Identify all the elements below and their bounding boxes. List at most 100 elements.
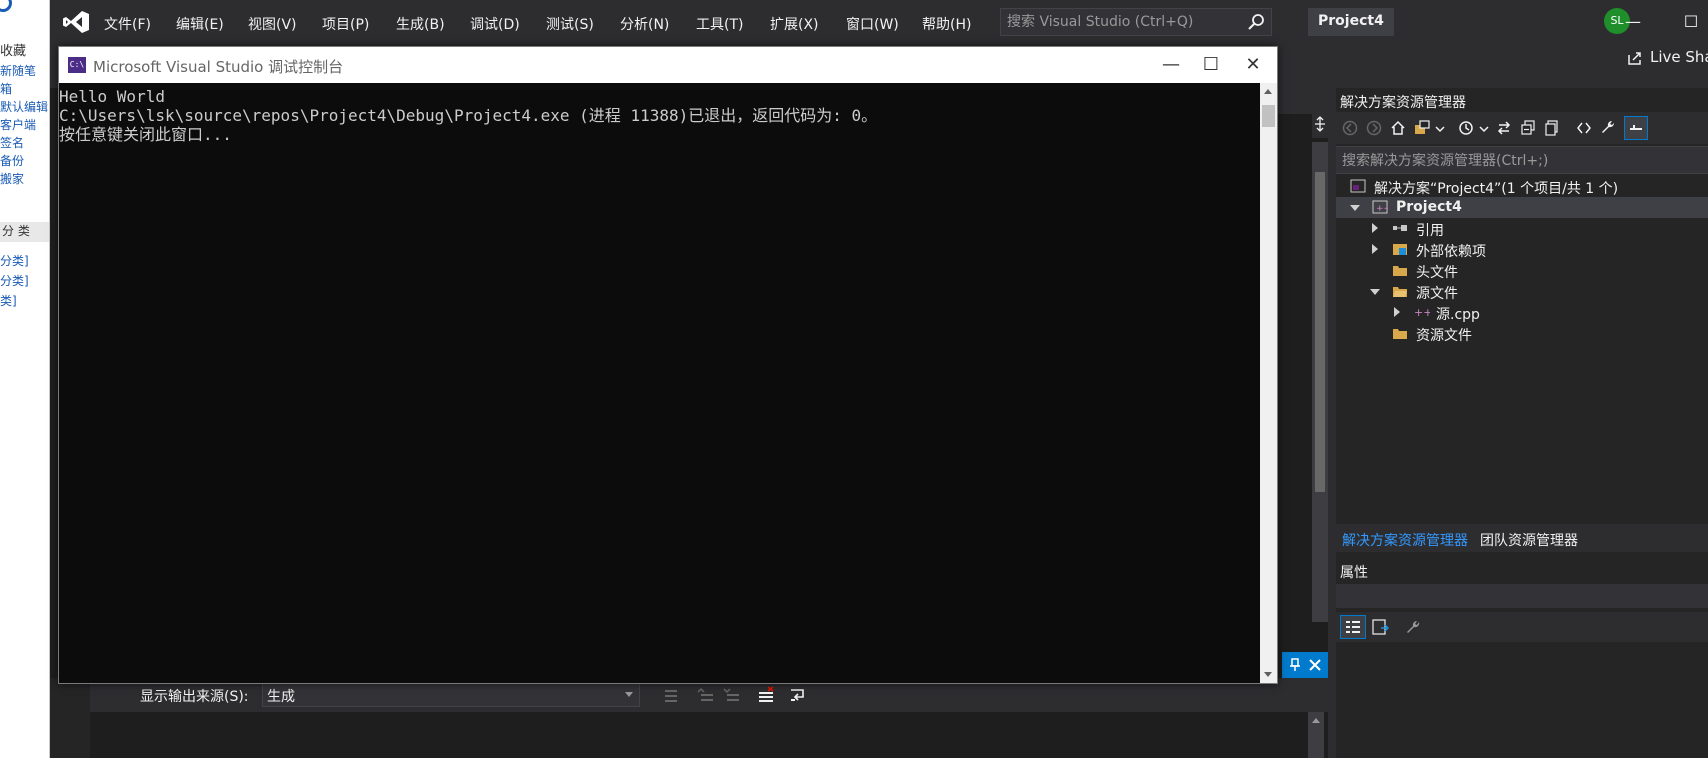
strip-link[interactable]: 搬家 bbox=[0, 170, 24, 187]
preview-icon bbox=[1630, 125, 1642, 130]
expand-right-icon[interactable] bbox=[1394, 307, 1400, 317]
tree-source-cpp-node[interactable]: ++ 源.cpp bbox=[1336, 302, 1708, 323]
resource-files-label: 资源文件 bbox=[1416, 328, 1472, 344]
switch-views-icon[interactable] bbox=[1414, 120, 1430, 136]
preview-selected-items-button[interactable] bbox=[1624, 116, 1648, 140]
tree-header-files-node[interactable]: 头文件 bbox=[1336, 260, 1708, 281]
solution-label: 解决方案“Project4”(1 个项目/共 1 个) bbox=[1374, 181, 1619, 197]
debug-console-window[interactable]: C:\ Microsoft Visual Studio 调试控制台 — ☐ ✕ … bbox=[58, 46, 1278, 684]
properties-wrench-icon[interactable] bbox=[1600, 120, 1616, 136]
alphabetical-icon[interactable] bbox=[1372, 619, 1390, 637]
visual-studio-logo-icon bbox=[63, 11, 89, 33]
live-share-button[interactable]: Live Share bbox=[1628, 48, 1708, 66]
editor-splitter bbox=[1312, 94, 1328, 138]
strip-link[interactable]: 客户端 bbox=[0, 116, 36, 133]
menu-tools[interactable]: 工具(T) bbox=[696, 14, 743, 34]
chevron-down-icon[interactable] bbox=[1432, 120, 1448, 136]
expand-down-icon[interactable] bbox=[1350, 205, 1360, 211]
solution-explorer-tabs: 解决方案资源管理器 团队资源管理器 bbox=[1336, 524, 1708, 552]
strip-link[interactable]: 默认编辑 bbox=[0, 98, 48, 115]
console-output[interactable]: Hello World C:\Users\lsk\source\repos\Pr… bbox=[59, 83, 1259, 683]
show-all-files-icon[interactable] bbox=[1544, 120, 1560, 136]
source-files-label: 源文件 bbox=[1416, 286, 1458, 302]
tree-resource-files-node[interactable]: 资源文件 bbox=[1336, 323, 1708, 344]
find-message-icon[interactable] bbox=[662, 686, 682, 704]
forward-icon[interactable] bbox=[1366, 120, 1382, 136]
menu-project[interactable]: 项目(P) bbox=[322, 14, 369, 34]
menu-window[interactable]: 窗口(W) bbox=[846, 14, 899, 34]
scroll-up-icon[interactable] bbox=[1312, 718, 1320, 723]
console-scrollbar[interactable] bbox=[1260, 83, 1277, 683]
prev-message-icon[interactable] bbox=[696, 686, 716, 704]
category-link[interactable]: 分类] bbox=[0, 252, 29, 269]
project-label: Project4 bbox=[1396, 199, 1462, 215]
view-code-icon[interactable] bbox=[1576, 120, 1592, 136]
close-icon[interactable] bbox=[1308, 658, 1322, 672]
properties-object-selector[interactable] bbox=[1336, 584, 1708, 608]
category-link[interactable]: 类] bbox=[0, 292, 17, 309]
console-line: C:\Users\lsk\source\repos\Project4\Debug… bbox=[59, 106, 878, 125]
menu-file[interactable]: 文件(F) bbox=[104, 14, 151, 34]
console-maximize-button[interactable]: ☐ bbox=[1191, 51, 1231, 79]
solution-explorer-search[interactable] bbox=[1336, 146, 1708, 174]
menu-debug[interactable]: 调试(D) bbox=[470, 14, 520, 34]
pin-icon[interactable] bbox=[1288, 658, 1302, 672]
scroll-up-icon[interactable] bbox=[1264, 89, 1272, 94]
categorized-button[interactable] bbox=[1340, 615, 1366, 639]
expand-right-icon[interactable] bbox=[1372, 244, 1378, 254]
clear-all-icon[interactable] bbox=[756, 686, 776, 704]
menu-view[interactable]: 视图(V) bbox=[248, 14, 297, 34]
output-source-label: 显示输出来源(S): bbox=[140, 689, 249, 705]
sync-active-document-icon[interactable] bbox=[1496, 120, 1512, 136]
back-icon[interactable] bbox=[1342, 120, 1358, 136]
strip-link[interactable]: 新随笔 bbox=[0, 62, 36, 79]
output-pin-close-bar bbox=[1282, 652, 1328, 678]
tree-source-files-node[interactable]: 源文件 bbox=[1336, 281, 1708, 302]
category-link[interactable]: 分类] bbox=[0, 272, 29, 289]
menu-extensions[interactable]: 扩展(X) bbox=[770, 14, 819, 34]
output-source-select[interactable]: 生成 bbox=[262, 683, 640, 707]
split-icon[interactable] bbox=[1314, 116, 1326, 132]
menu-edit[interactable]: 编辑(E) bbox=[176, 14, 224, 34]
external-deps-label: 外部依赖项 bbox=[1416, 244, 1486, 260]
tab-team-explorer[interactable]: 团队资源管理器 bbox=[1480, 530, 1578, 550]
strip-link[interactable]: 签名 bbox=[0, 134, 24, 151]
next-message-icon[interactable] bbox=[722, 686, 742, 704]
properties-grid bbox=[1336, 646, 1708, 758]
vs-search-box[interactable] bbox=[1000, 8, 1272, 36]
tab-solution-explorer[interactable]: 解决方案资源管理器 bbox=[1342, 530, 1468, 550]
output-scrollbar[interactable] bbox=[1308, 712, 1324, 758]
menu-help[interactable]: 帮助(H) bbox=[922, 14, 971, 34]
scroll-down-icon[interactable] bbox=[1264, 672, 1272, 677]
tree-references-node[interactable]: 引用 bbox=[1336, 218, 1708, 239]
search-icon[interactable] bbox=[1247, 13, 1265, 31]
vs-search-input[interactable] bbox=[1007, 13, 1237, 31]
pending-changes-filter-icon[interactable] bbox=[1458, 120, 1474, 136]
tree-project-node[interactable]: ++ Project4 bbox=[1336, 197, 1708, 218]
tree-solution-node[interactable]: 解决方案“Project4”(1 个项目/共 1 个) bbox=[1336, 176, 1708, 197]
tree-external-deps-node[interactable]: 外部依赖项 bbox=[1336, 239, 1708, 260]
strip-link[interactable]: 备份 bbox=[0, 152, 24, 169]
expand-right-icon[interactable] bbox=[1372, 223, 1378, 233]
references-icon bbox=[1393, 225, 1407, 231]
menu-analyze[interactable]: 分析(N) bbox=[620, 14, 669, 34]
menu-test[interactable]: 测试(S) bbox=[546, 14, 594, 34]
collapse-all-icon[interactable] bbox=[1520, 120, 1536, 136]
console-titlebar[interactable]: C:\ Microsoft Visual Studio 调试控制台 — ☐ ✕ bbox=[59, 47, 1277, 83]
word-wrap-icon[interactable] bbox=[788, 686, 808, 704]
menu-build[interactable]: 生成(B) bbox=[396, 14, 445, 34]
chevron-down-icon[interactable] bbox=[1476, 120, 1492, 136]
editor-scrollbar[interactable] bbox=[1312, 142, 1328, 622]
console-close-button[interactable]: ✕ bbox=[1233, 51, 1273, 79]
solution-explorer-search-input[interactable] bbox=[1342, 152, 1692, 170]
vs-maximize-button[interactable]: ☐ bbox=[1676, 10, 1706, 34]
strip-link[interactable]: 箱 bbox=[0, 80, 12, 97]
console-minimize-button[interactable]: — bbox=[1151, 51, 1191, 79]
console-scroll-thumb[interactable] bbox=[1262, 105, 1275, 127]
vs-minimize-button[interactable]: — bbox=[1618, 10, 1648, 34]
home-icon[interactable] bbox=[1390, 120, 1406, 136]
property-pages-wrench-icon[interactable] bbox=[1404, 619, 1422, 637]
expand-down-icon[interactable] bbox=[1370, 289, 1380, 295]
editor-scroll-thumb[interactable] bbox=[1315, 172, 1325, 492]
favorites-title: 收藏 bbox=[0, 44, 27, 59]
